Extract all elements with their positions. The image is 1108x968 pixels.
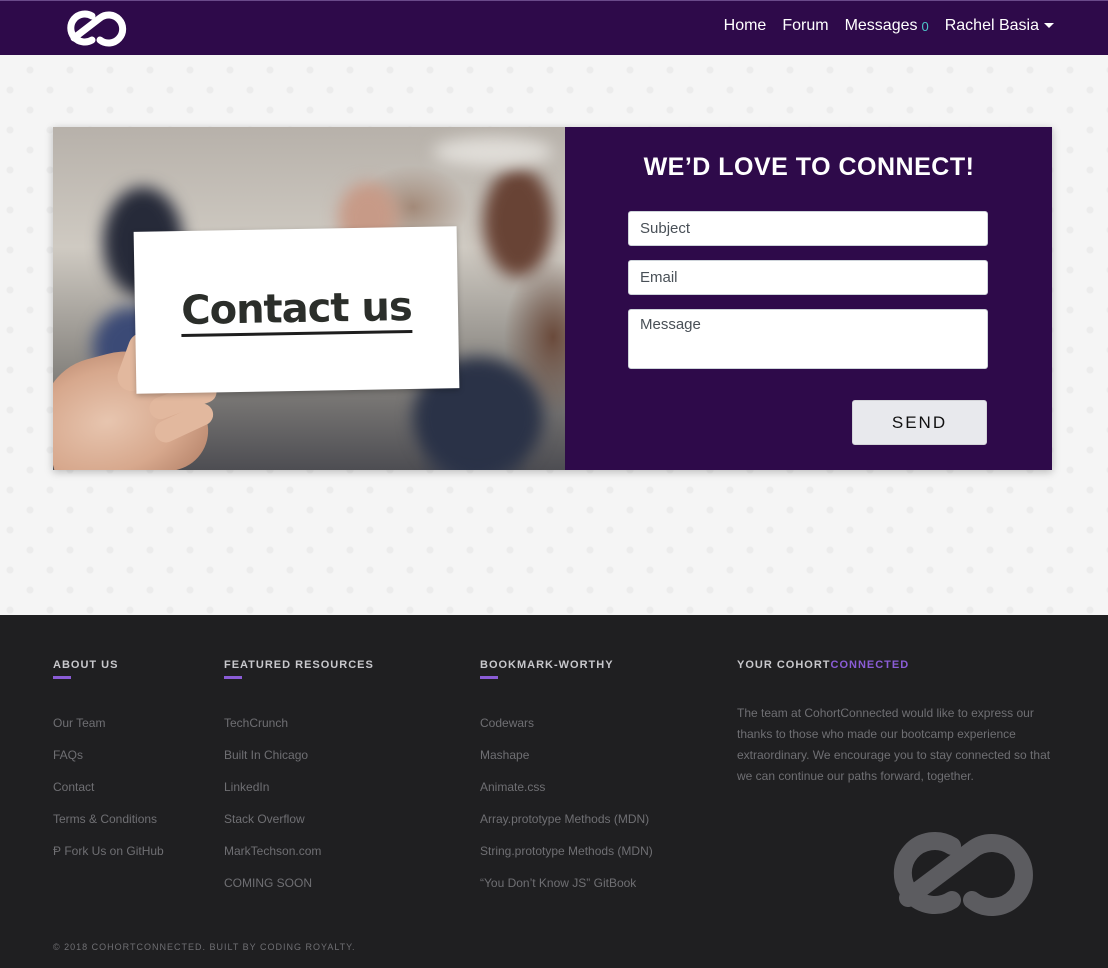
footer-bookmarks-heading: BOOKMARK-WORTHY [480,659,614,671]
footer-link-faqs[interactable]: FAQs [53,739,164,771]
footer-about-links: Our Team FAQs Contact Terms & Conditions… [53,707,164,867]
form-title: WE’D LOVE TO CONNECT! [643,153,975,181]
contact-hero-image: Contact us [53,127,566,470]
messages-count-badge: 0 [921,18,929,34]
contact-us-card: Contact us [133,226,460,394]
heading-underline [53,676,71,679]
footer-cohort-column: YOUR COHORTCONNECTED The team at CohortC… [737,659,1052,787]
footer-link-animate-css[interactable]: Animate.css [480,771,653,803]
message-textarea[interactable] [628,309,988,369]
contact-form: WE’D LOVE TO CONNECT! SEND [566,127,1052,470]
footer-bookmarks-links: Codewars Mashape Animate.css Array.proto… [480,707,653,899]
footer-link-mashape[interactable]: Mashape [480,739,653,771]
send-button[interactable]: SEND [852,400,987,445]
contact-card: Contact us WE’D LOVE TO CONNECT! SEND [53,127,1052,470]
heading-underline [224,676,242,679]
nav-messages-link[interactable]: Messages 0 [845,17,929,35]
user-menu-dropdown[interactable]: Rachel Basia [945,17,1054,35]
footer-link-array-methods[interactable]: Array.prototype Methods (MDN) [480,803,653,835]
photo-blur-shape [433,137,553,167]
footer-link-contact[interactable]: Contact [53,771,164,803]
copyright-text: © 2018 COHORTCONNECTED. BUILT BY CODING … [53,942,356,952]
footer-link-our-team[interactable]: Our Team [53,707,164,739]
footer-link-coming-soon[interactable]: COMING SOON [224,867,374,899]
footer-link-linkedin[interactable]: LinkedIn [224,771,374,803]
nav-home-link[interactable]: Home [724,17,767,35]
footer-resources-links: TechCrunch Built In Chicago LinkedIn Sta… [224,707,374,899]
footer-cohort-heading-accent: CONNECTED [830,659,910,671]
footer-resources-column: FEATURED RESOURCES TechCrunch Built In C… [224,659,374,899]
nav-home-label: Home [723,17,767,34]
footer-link-codewars[interactable]: Codewars [480,707,653,739]
footer-cohort-text: The team at CohortConnected would like t… [737,706,1051,783]
nav-forum-link[interactable]: Forum [782,17,828,35]
photo-blur-shape [483,167,553,277]
footer-link-built-in-chicago[interactable]: Built In Chicago [224,739,374,771]
footer-about-column: ABOUT US Our Team FAQs Contact Terms & C… [53,659,164,867]
footer-resources-heading: FEATURED RESOURCES [224,659,374,671]
nav-forum-label: Forum [782,17,829,34]
heading-underline [480,676,498,679]
subject-input[interactable] [628,211,988,246]
footer-about-heading: ABOUT US [53,659,119,671]
user-name-label: Rachel Basia [944,17,1039,34]
footer-link-techcrunch[interactable]: TechCrunch [224,707,374,739]
chevron-down-icon [1044,22,1054,28]
footer-cohort-heading: YOUR COHORTCONNECTED [737,659,1052,671]
footer-cohort-heading-prefix: YOUR COHORT [737,659,831,671]
footer-link-marktechson[interactable]: MarkTechson.com [224,835,374,867]
cc-logo-icon[interactable] [60,8,132,48]
nav-messages-label: Messages [844,17,918,34]
cc-logo-icon [893,832,1033,916]
email-input[interactable] [628,260,988,295]
footer-bookmarks-column: BOOKMARK-WORTHY Codewars Mashape Animate… [480,659,653,899]
footer-link-terms[interactable]: Terms & Conditions [53,803,164,835]
navbar: Home Forum Messages 0 Rachel Basia [0,0,1108,55]
contact-us-caption: Contact us [180,283,413,337]
nav-links: Home Forum Messages 0 Rachel Basia [708,17,1054,35]
footer-link-stack-overflow[interactable]: Stack Overflow [224,803,374,835]
footer-link-ydkjs[interactable]: “You Don’t Know JS” GitBook [480,867,653,899]
footer-link-string-methods[interactable]: String.prototype Methods (MDN) [480,835,653,867]
footer: ABOUT US Our Team FAQs Contact Terms & C… [0,615,1108,968]
footer-link-github[interactable]: Ᵽ Fork Us on GitHub [53,835,164,867]
